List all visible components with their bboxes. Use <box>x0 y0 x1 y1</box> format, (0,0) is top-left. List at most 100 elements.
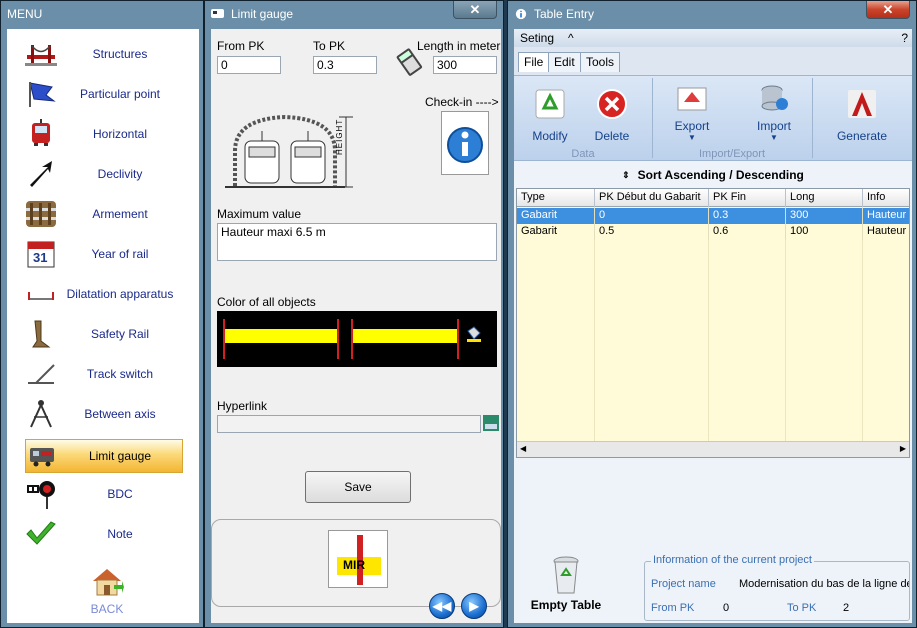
menu-item-particular-point[interactable]: Particular point <box>25 77 183 111</box>
previous-button[interactable]: ◀◀ <box>429 593 455 619</box>
table-entry-titlebar: Table Entry ✕ <box>508 1 916 27</box>
checkin-button[interactable] <box>441 111 489 175</box>
limit-gauge-title: Limit gauge <box>231 7 294 21</box>
menu-panel: Structures Particular point Horizontal D… <box>7 29 199 623</box>
close-button[interactable]: ✕ <box>866 1 910 19</box>
to-pk-field[interactable]: 0.3 <box>313 56 377 74</box>
tab-edit[interactable]: Edit <box>548 52 581 72</box>
generate-button[interactable]: Generate <box>832 88 892 143</box>
arrow-up-icon <box>25 158 57 190</box>
menu-item-armement[interactable]: Armement <box>25 197 183 231</box>
menu-item-structures[interactable]: Structures <box>25 37 183 71</box>
column-header-info[interactable]: Info <box>863 189 909 207</box>
home-icon <box>93 569 124 596</box>
column-header-pk-debut[interactable]: PK Début du Gabarit <box>595 189 709 207</box>
scroll-left-icon[interactable]: ◀ <box>520 444 526 453</box>
dilatation-icon <box>25 278 57 310</box>
info-to-pk-value: 2 <box>843 602 850 614</box>
project-name-label: Project name <box>651 578 716 590</box>
menu-item-label: Dilatation apparatus <box>66 287 174 301</box>
delete-label: Delete <box>594 129 630 143</box>
recycle-bin-icon <box>553 556 579 594</box>
scroll-right-icon[interactable]: ▶ <box>900 444 906 453</box>
group-data: Data <box>571 148 595 160</box>
cell-info: Hauteur maxi 6.5 m <box>863 224 909 240</box>
quick-menu-bar: Seting ^ ? <box>514 29 912 47</box>
limit-gauge-titlebar: Limit gauge ✕ <box>205 1 503 27</box>
menu-item-track-switch[interactable]: Track switch <box>25 357 183 391</box>
column-header-pk-fin[interactable]: PK Fin <box>709 189 786 207</box>
length-label: Length in meter <box>417 39 501 53</box>
menu-item-label: Limit gauge <box>88 449 152 463</box>
info-from-pk-label: From PK <box>651 602 695 614</box>
delete-button[interactable]: Delete <box>588 88 636 143</box>
sort-toggle[interactable]: ⇕ Sort Ascending / Descending <box>514 168 912 186</box>
table-row[interactable]: Gabarit 0 0.3 300 Hauteur maxi 6.5 m <box>517 208 909 224</box>
menu-item-year-of-rail[interactable]: 31 Year of rail <box>25 237 183 271</box>
tab-file[interactable]: File <box>518 52 550 72</box>
menu-item-limit-gauge[interactable]: Limit gauge <box>25 439 183 473</box>
cell-type: Gabarit <box>517 208 595 224</box>
back-button[interactable]: BACK <box>83 567 131 616</box>
menu-item-label: Particular point <box>79 87 161 101</box>
safety-rail-icon <box>25 318 57 350</box>
empty-table-button[interactable]: Empty Table <box>528 555 604 612</box>
export-button[interactable]: Export ▼ <box>666 82 718 142</box>
close-icon: ✕ <box>469 2 481 17</box>
hyperlink-field[interactable] <box>217 415 481 433</box>
globe-icon[interactable] <box>483 415 499 431</box>
export-label: Export <box>674 119 710 133</box>
ribbon-tabs: File Edit Tools <box>514 47 912 75</box>
menu-item-between-axis[interactable]: Between axis <box>25 397 183 431</box>
setting-menu[interactable]: Seting <box>520 31 554 45</box>
menu-item-bdc[interactable]: BDC <box>25 477 183 511</box>
close-button[interactable]: ✕ <box>453 1 497 19</box>
ribbon-separator <box>652 78 653 158</box>
rails-icon <box>25 198 57 230</box>
menu-item-note[interactable]: Note <box>25 517 183 551</box>
to-pk-label: To PK <box>313 39 346 53</box>
paint-bucket-icon[interactable] <box>465 325 483 343</box>
logo-text: MIR <box>343 558 365 572</box>
horizontal-scrollbar[interactable]: ◀ ▶ <box>517 441 909 457</box>
from-pk-label: From PK <box>217 39 265 53</box>
table-row[interactable]: Gabarit 0.5 0.6 100 Hauteur maxi 6.5 m <box>517 224 909 240</box>
database-icon <box>761 85 788 111</box>
train-icon <box>26 440 58 472</box>
height-label: HEIGHT <box>335 118 344 155</box>
menu-item-dilatation-apparatus[interactable]: Dilatation apparatus <box>25 277 183 311</box>
table-entry-panel: Seting ^ ? File Edit Tools Modify Delete… <box>514 29 912 623</box>
import-button[interactable]: Import ▼ <box>748 82 800 142</box>
column-header-long[interactable]: Long <box>786 189 863 207</box>
dropdown-arrow-icon: ▼ <box>688 133 696 142</box>
column-header-type[interactable]: Type <box>517 189 595 207</box>
empty-table-label: Empty Table <box>530 598 602 612</box>
help-button[interactable]: ? <box>901 31 908 45</box>
modify-button[interactable]: Modify <box>526 88 574 143</box>
max-value-label: Maximum value <box>217 207 302 221</box>
table-entry-title: Table Entry <box>534 7 595 21</box>
save-button[interactable]: Save <box>305 471 411 503</box>
import-label: Import <box>756 119 791 133</box>
menu-item-horizontal[interactable]: Horizontal <box>25 117 183 151</box>
color-preview[interactable] <box>217 311 497 367</box>
from-pk-field[interactable]: 0 <box>217 56 281 74</box>
cell-pk-fin: 0.6 <box>709 224 786 240</box>
track-switch-icon <box>25 358 57 390</box>
project-name-value: Modernisation du bas de la ligne de <box>739 578 909 590</box>
data-table[interactable]: Type PK Début du Gabarit PK Fin Long Inf… <box>516 188 910 458</box>
table-header: Type PK Début du Gabarit PK Fin Long Inf… <box>517 189 909 207</box>
autocad-icon <box>848 90 876 118</box>
collapse-ribbon-icon[interactable]: ^ <box>568 31 574 45</box>
menu-item-declivity[interactable]: Declivity <box>25 157 183 191</box>
tab-tools[interactable]: Tools <box>580 52 621 72</box>
menu-item-label: Structures <box>92 47 148 61</box>
checkin-label: Check-in ----> <box>425 95 499 109</box>
sort-icon: ⇕ <box>622 170 630 181</box>
max-value-field[interactable]: Hauteur maxi 6.5 m <box>217 223 497 261</box>
menu-item-label: Year of rail <box>91 247 149 261</box>
next-button[interactable]: ▶ <box>461 593 487 619</box>
length-field[interactable]: 300 <box>433 56 497 74</box>
menu-item-safety-rail[interactable]: Safety Rail <box>25 317 183 351</box>
delete-icon <box>597 89 627 119</box>
